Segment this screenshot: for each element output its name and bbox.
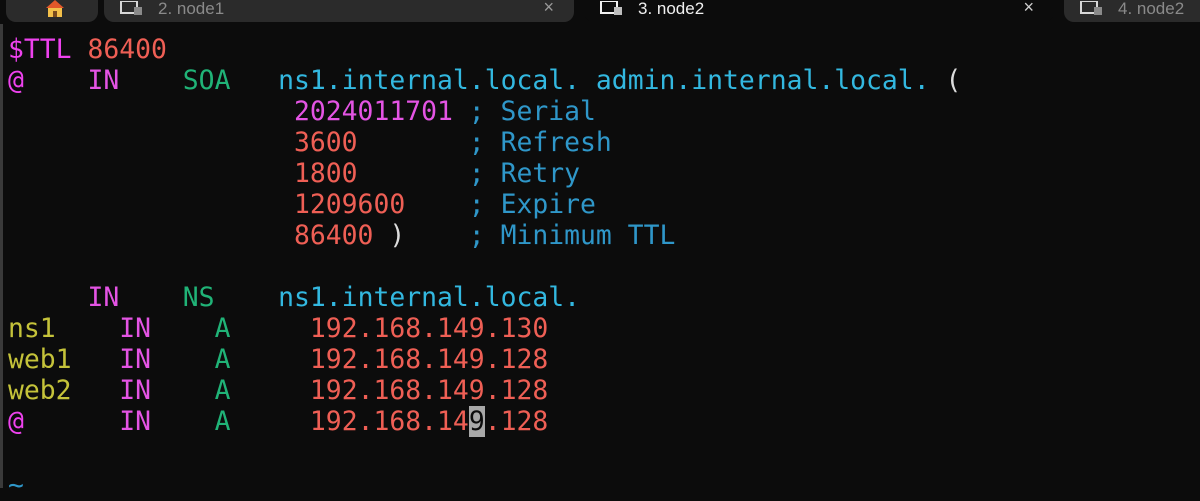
class-in: IN [87,65,120,96]
close-icon[interactable]: × [1023,0,1034,18]
ip-address: 192.168.149.128 [309,344,549,375]
open-paren: ( [945,65,962,96]
editor-line-6: 1209600 ; Expire [8,189,596,220]
terminal-session-icon [1080,1,1102,15]
class-in: IN [87,282,120,313]
record-type-ns: NS [182,282,215,313]
class-in: IN [119,375,152,406]
editor-line-empty: ~ [8,470,24,501]
class-in: IN [119,344,152,375]
editor-line-12: web2 IN A 192.168.149.128 [8,375,548,406]
editor-line-11: web1 IN A 192.168.149.128 [8,344,548,375]
record-type-a: A [214,406,231,437]
ip-address: 192.168.149.130 [309,313,549,344]
ttl-value: 86400 [87,34,167,65]
editor-line-2: @ IN SOA ns1.internal.local. admin.inter… [8,65,961,96]
editor-line-9: IN NS ns1.internal.local. [8,282,580,313]
text-cursor: 9 [468,406,485,437]
record-type-a: A [214,344,231,375]
record-type-a: A [214,313,231,344]
origin-symbol: @ [8,65,24,96]
record-name: web2 [8,375,72,406]
comment-expire: ; Expire [468,189,596,220]
close-paren: ) [389,220,406,251]
comment-minimum: ; Minimum TTL [468,220,676,251]
home-icon [46,0,64,17]
editor-line-4: 3600 ; Refresh [8,127,612,158]
tab-node2-second[interactable]: 4. node2 [1064,0,1200,22]
record-name: ns1 [8,313,56,344]
soa-serial: 2024011701 [294,96,453,127]
editor-line-7: 86400 ) ; Minimum TTL [8,220,675,251]
tab-label: 2. node1 [158,0,225,18]
editor-line-13: @ IN A 192.168.149.128 [8,406,548,437]
terminal-editor[interactable]: $TTL 86400 @ IN SOA ns1.internal.local. … [0,24,1200,501]
empty-line-marker: ~ [8,470,24,501]
record-name: web1 [8,344,72,375]
comment-retry: ; Retry [468,158,581,189]
ip-address: 192.168.149.128 [309,375,549,406]
soa-primary-ns: ns1.internal.local. [278,65,581,96]
comment-serial: ; Serial [468,96,596,127]
tab-node2-active[interactable]: 3. node2 × [584,0,1054,22]
soa-expire: 1209600 [294,189,406,220]
record-type-a: A [214,375,231,406]
comment-refresh: ; Refresh [468,127,612,158]
terminal-session-icon [120,1,142,15]
tab-label: 4. node2 [1118,0,1185,18]
soa-admin-email: admin.internal.local. [595,65,930,96]
terminal-session-icon [600,1,622,15]
window-edge [0,24,3,488]
close-icon[interactable]: × [543,0,554,18]
ttl-directive: $TTL [8,34,72,65]
origin-symbol: @ [8,406,24,437]
soa-minimum: 86400 [294,220,374,251]
ip-address-part: .128 [484,406,549,437]
ns-target: ns1.internal.local. [278,282,581,313]
class-in: IN [119,406,152,437]
soa-retry: 1800 [294,158,358,189]
tab-home[interactable] [6,0,98,22]
soa-refresh: 3600 [294,127,358,158]
class-in: IN [119,313,152,344]
editor-line-1: $TTL 86400 [8,34,167,65]
editor-line-3: 2024011701 ; Serial [8,96,596,127]
tab-label: 3. node2 [638,0,705,18]
ip-address-part: 192.168.14 [309,406,469,437]
tab-node1[interactable]: 2. node1 × [104,0,574,22]
editor-line-5: 1800 ; Retry [8,158,580,189]
tab-bar: 2. node1 × 3. node2 × 4. node2 [0,0,1200,24]
editor-line-10: ns1 IN A 192.168.149.130 [8,313,548,344]
record-type-soa: SOA [182,65,231,96]
